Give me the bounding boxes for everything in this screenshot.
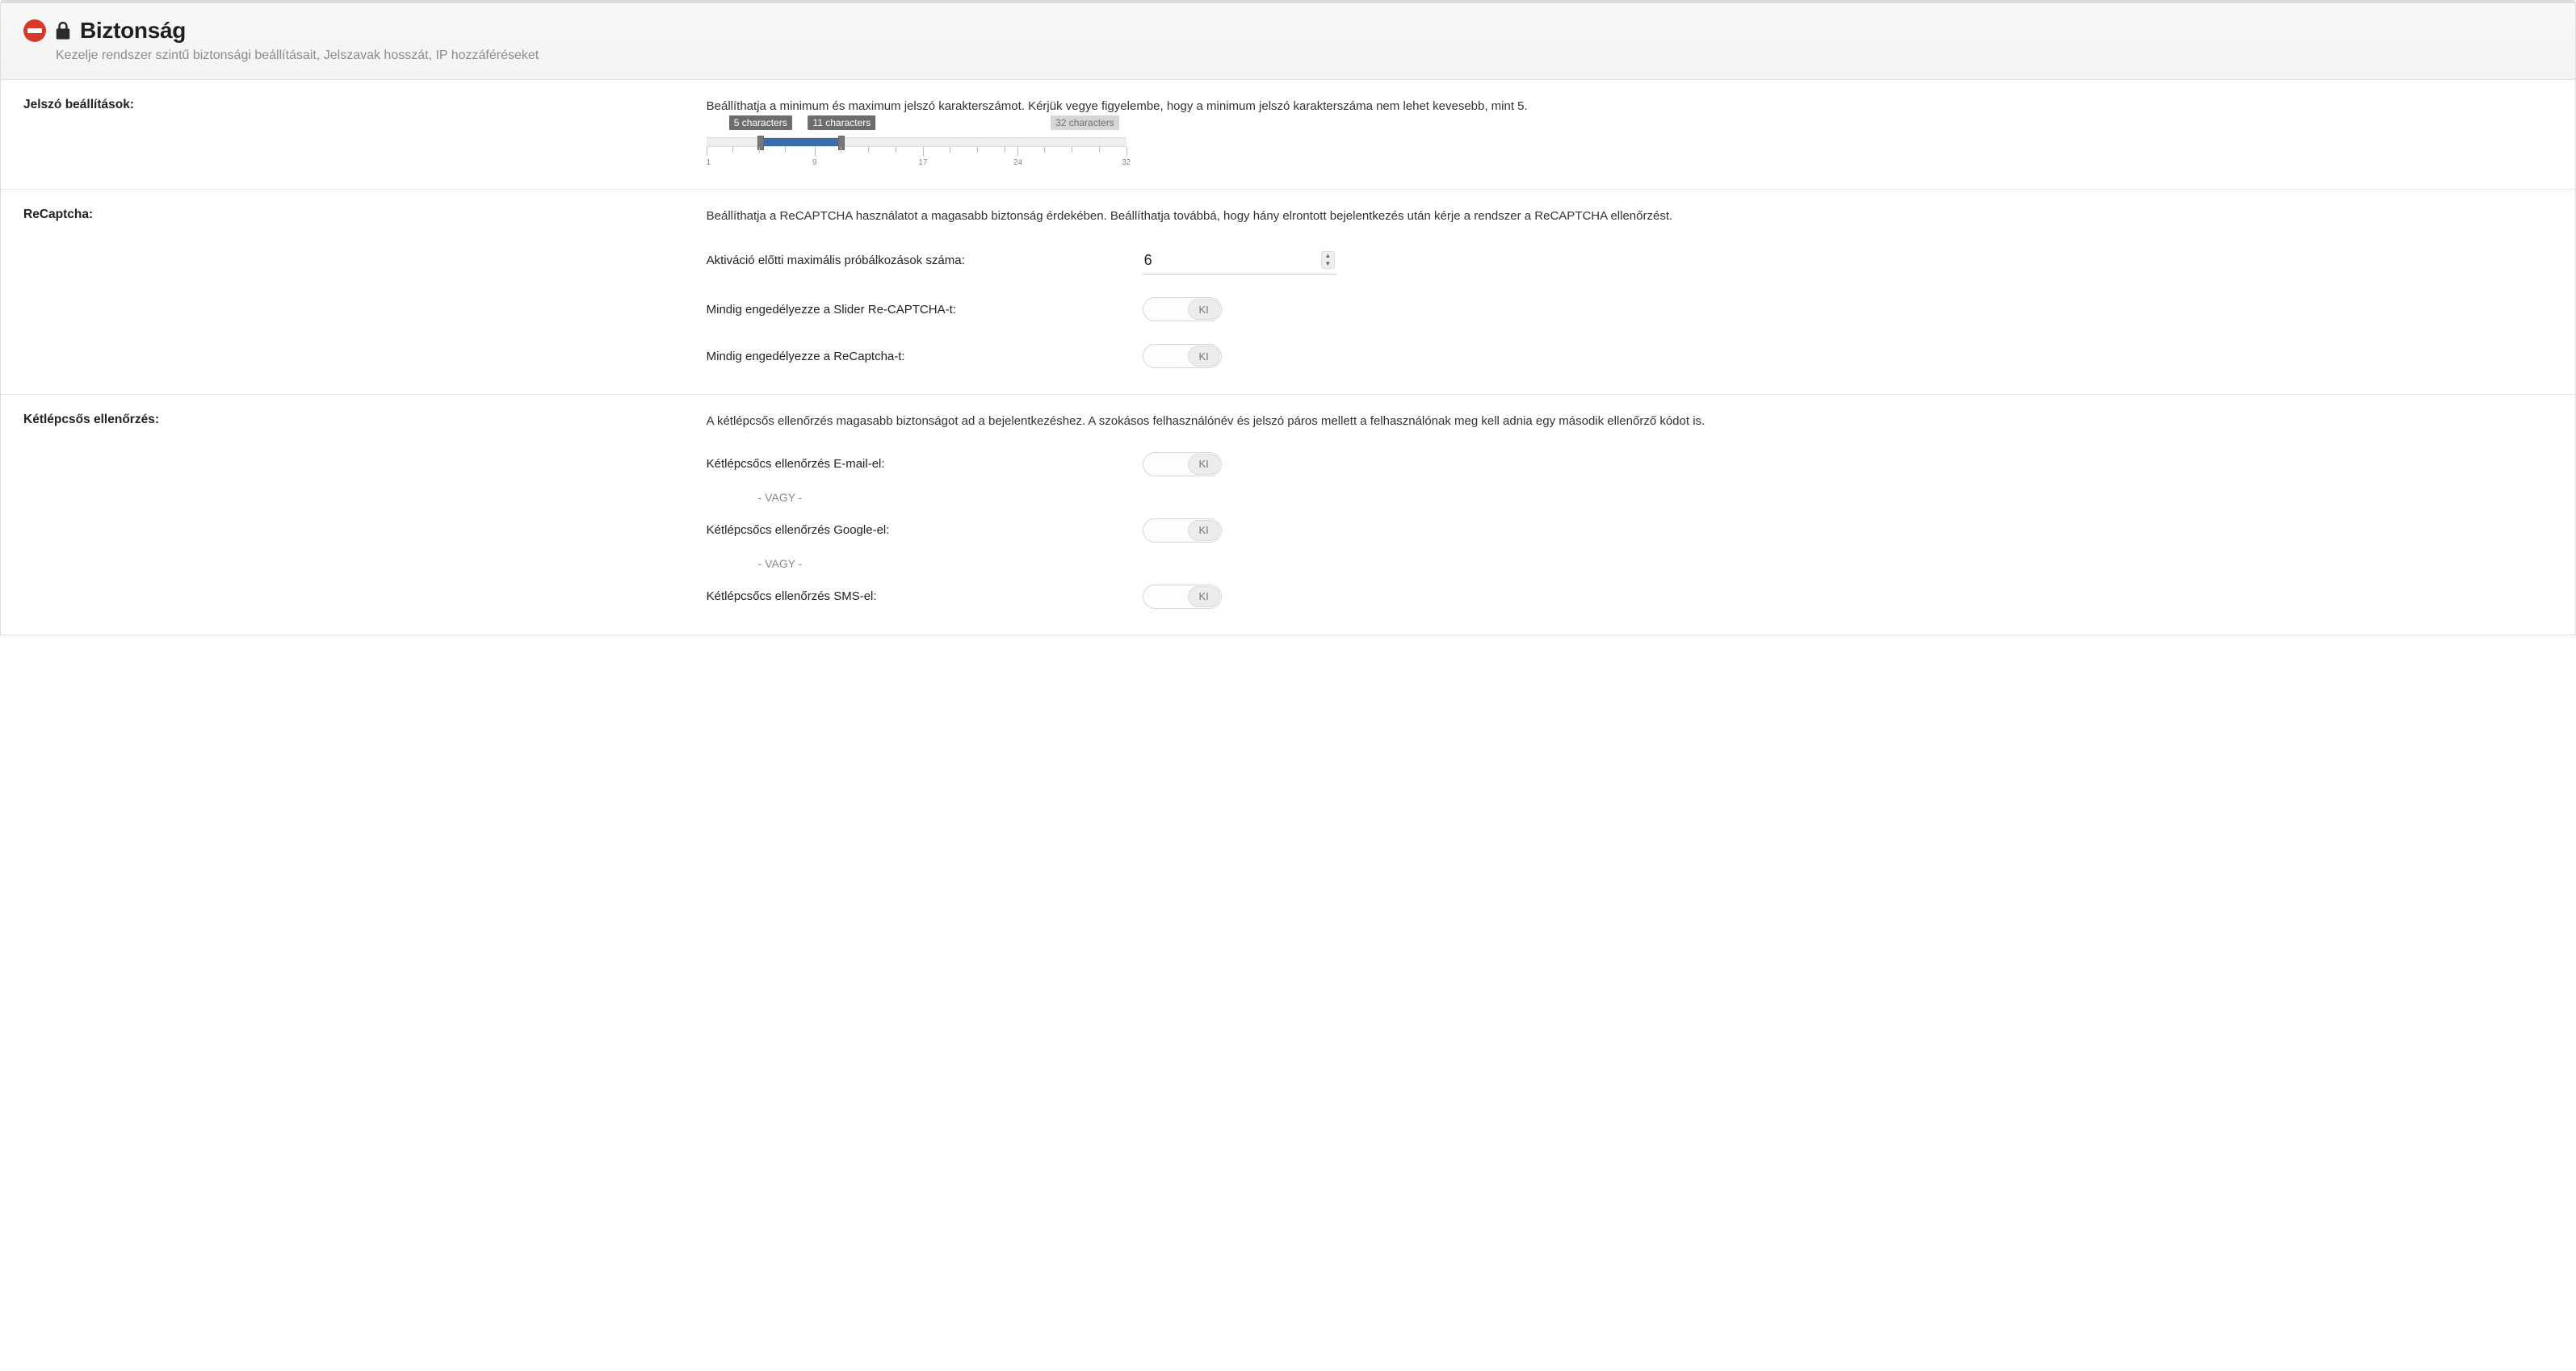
tick-label-24: 24 [1013, 158, 1022, 167]
quantity-stepper: ▲ ▼ [1321, 251, 1334, 269]
section-password: Jelszó beállítások: Beállíthatja a minim… [1, 80, 2575, 190]
toggle-slider-captcha[interactable]: KI [1143, 297, 1222, 321]
page-subtitle: Kezelje rendszer szintű biztonsági beáll… [56, 48, 2553, 63]
max-attempts-input[interactable] [1144, 252, 1317, 269]
section-label-two-step: Kétlépcsős ellenőrzés: [23, 413, 707, 614]
row-max-attempts: Aktiváció előtti maximális próbálkozások… [707, 246, 2553, 275]
section-two-step: Kétlépcsős ellenőrzés: A kétlépcsős elle… [1, 395, 2575, 635]
slider-track: 5 characters 11 characters 32 characters [707, 137, 1126, 147]
toggle-slider-captcha-knob: KI [1188, 299, 1220, 320]
two-step-desc: A kétlépcsős ellenőrzés magasabb biztons… [707, 413, 2553, 431]
section-body-password: Beállíthatja a minimum és maximum jelszó… [707, 98, 2553, 168]
toggle-two-step-sms[interactable]: KI [1143, 585, 1222, 609]
tick-label-9: 9 [812, 158, 817, 167]
lock-icon [54, 21, 72, 40]
recaptcha-desc: Beállíthatja a ReCAPTCHA használatot a m… [707, 208, 2553, 226]
label-two-step-google: Kétlépcsőcs ellenőrzés Google-el: [707, 523, 1143, 537]
section-body-recaptcha: Beállíthatja a ReCAPTCHA használatot a m… [707, 208, 2553, 374]
password-length-slider[interactable]: 5 characters 11 characters 32 characters [707, 137, 1126, 168]
label-two-step-sms: Kétlépcsőcs ellenőrzés SMS-el: [707, 589, 1143, 603]
section-label-recaptcha: ReCaptcha: [23, 208, 707, 374]
toggle-two-step-email[interactable]: KI [1143, 452, 1222, 476]
toggle-recaptcha-knob: KI [1188, 346, 1220, 367]
row-two-step-google: Kétlépcsőcs ellenőrzés Google-el: KI [707, 518, 2553, 543]
slider-selected-range [761, 138, 842, 146]
row-two-step-sms: Kétlépcsőcs ellenőrzés SMS-el: KI [707, 585, 2553, 609]
slider-max-badge: 32 characters [1051, 115, 1119, 130]
section-body-two-step: A kétlépcsős ellenőrzés magasabb biztons… [707, 413, 2553, 614]
label-two-step-email: Kétlépcsőcs ellenőrzés E-mail-el: [707, 457, 1143, 471]
toggle-two-step-google-knob: KI [1188, 520, 1220, 541]
stepper-down-icon[interactable]: ▼ [1322, 260, 1333, 268]
security-settings-panel: Biztonság Kezelje rendszer szintű bizton… [0, 0, 2576, 635]
section-recaptcha: ReCaptcha: Beállíthatja a ReCAPTCHA hasz… [1, 190, 2575, 396]
or-divider-1: - VAGY - [758, 491, 2553, 504]
no-entry-icon [23, 19, 46, 42]
row-slider-captcha: Mindig engedélyezze a Slider Re-CAPTCHA-… [707, 297, 2553, 321]
tick-label-32: 32 [1122, 158, 1131, 167]
toggle-two-step-sms-knob: KI [1188, 586, 1220, 607]
label-recaptcha: Mindig engedélyezze a ReCaptcha-t: [707, 350, 1143, 363]
or-divider-2: - VAGY - [758, 557, 2553, 570]
row-recaptcha: Mindig engedélyezze a ReCaptcha-t: KI [707, 344, 2553, 368]
panel-header: Biztonság Kezelje rendszer szintű bizton… [1, 3, 2575, 80]
max-attempts-input-wrap: ▲ ▼ [1143, 246, 1336, 275]
label-max-attempts: Aktiváció előtti maximális próbálkozások… [707, 254, 1143, 267]
tick-label-17: 17 [918, 158, 927, 167]
page-title: Biztonság [80, 18, 186, 44]
toggle-two-step-google[interactable]: KI [1143, 518, 1222, 543]
slider-high-badge: 11 characters [808, 115, 875, 130]
row-two-step-email: Kétlépcsőcs ellenőrzés E-mail-el: KI [707, 452, 2553, 476]
stepper-up-icon[interactable]: ▲ [1322, 252, 1333, 260]
slider-ticks: 1 9 17 24 32 [707, 147, 1126, 168]
tick-label-1: 1 [706, 158, 711, 167]
section-label-password: Jelszó beállítások: [23, 98, 707, 168]
toggle-two-step-email-knob: KI [1188, 454, 1220, 475]
toggle-recaptcha[interactable]: KI [1143, 344, 1222, 368]
header-title-row: Biztonság [23, 18, 2553, 44]
password-desc: Beállíthatja a minimum és maximum jelszó… [707, 98, 2553, 116]
slider-low-badge: 5 characters [729, 115, 792, 130]
label-slider-captcha: Mindig engedélyezze a Slider Re-CAPTCHA-… [707, 303, 1143, 317]
